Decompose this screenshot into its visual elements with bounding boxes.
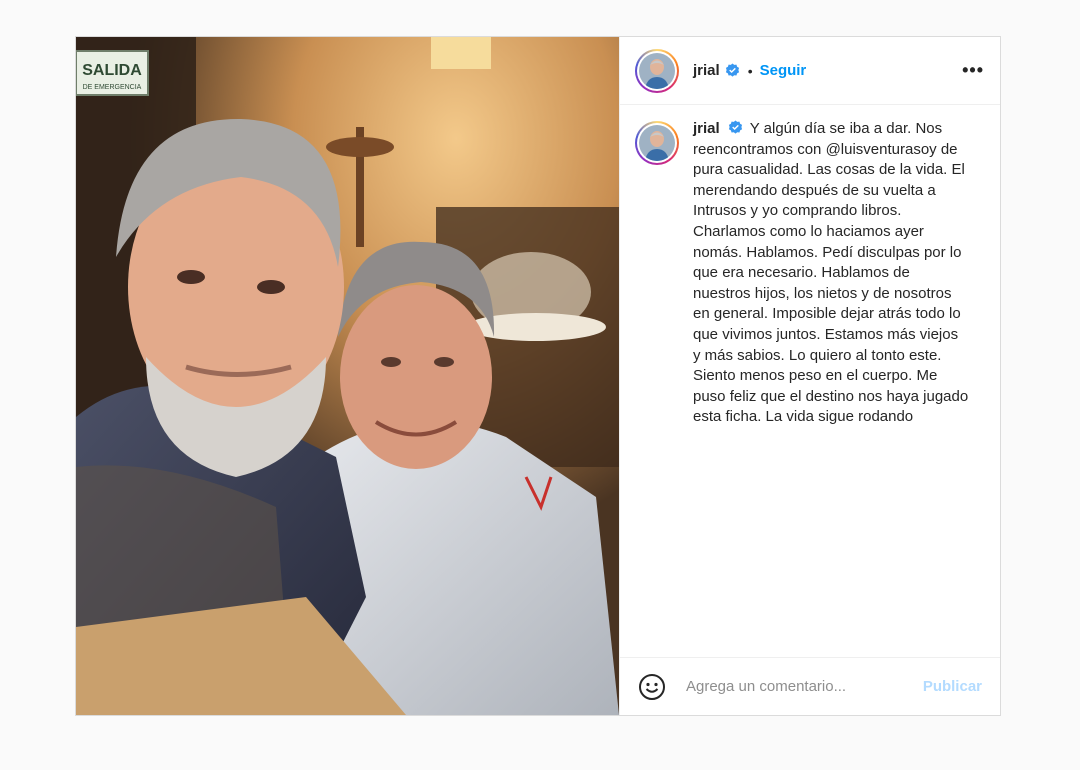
post-photo[interactable]: SALIDA DE EMERGENCIA xyxy=(76,37,619,715)
follow-button[interactable]: Seguir xyxy=(760,62,807,79)
caption-avatar-image xyxy=(639,125,675,161)
avatar-image xyxy=(639,52,675,89)
emoji-smile-icon[interactable] xyxy=(638,673,666,701)
comment-bar: Publicar xyxy=(620,657,1000,715)
post-username[interactable]: jrial xyxy=(693,62,720,79)
instagram-post: SALIDA DE EMERGENCIA jrial • Seguir ••• … xyxy=(75,36,1001,716)
exit-sign-text: SALIDA xyxy=(82,62,142,79)
caption-avatar[interactable] xyxy=(635,121,679,165)
separator-dot: • xyxy=(747,62,753,79)
more-options-icon[interactable]: ••• xyxy=(962,60,984,81)
caption-section: jrial Y algún día se iba a dar. Nos reen… xyxy=(620,105,1000,657)
verified-badge-icon xyxy=(725,63,739,77)
publish-button[interactable]: Publicar xyxy=(923,678,982,695)
caption-username[interactable]: jrial xyxy=(693,120,720,137)
post-sidebar: jrial • Seguir ••• jrial Y algún día se … xyxy=(619,37,1000,715)
comment-input[interactable] xyxy=(684,677,923,696)
caption-text: jrial Y algún día se iba a dar. Nos reen… xyxy=(693,119,969,428)
exit-sign-subtext: DE EMERGENCIA xyxy=(83,84,142,91)
avatar[interactable] xyxy=(635,48,679,93)
selfie-image: SALIDA DE EMERGENCIA xyxy=(76,37,619,715)
post-header: jrial • Seguir ••• xyxy=(620,37,1000,105)
caption-verified-badge-icon xyxy=(728,120,742,134)
caption-body: Y algún día se iba a dar. Nos reencontra… xyxy=(693,120,969,426)
